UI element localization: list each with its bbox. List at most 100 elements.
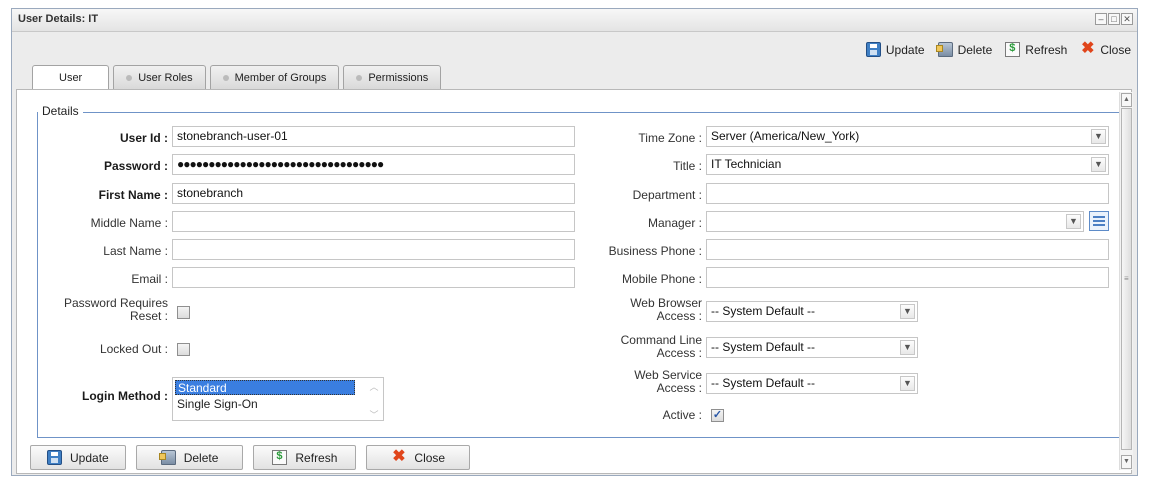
first-name-label: First Name : [98,188,168,202]
password-reset-label-line2: Reset : [129,309,168,323]
last-name-label: Last Name : [103,244,168,258]
close-window-icon[interactable]: ✕ [1121,13,1133,25]
middle-name-input[interactable] [172,211,575,232]
web-service-access-label-line1: Web Service [634,368,702,382]
locked-out-checkbox[interactable] [177,343,190,356]
mobile-phone-input[interactable] [706,267,1109,288]
tab-permissions[interactable]: Permissions [343,65,442,89]
manager-select[interactable]: ▼ [706,211,1084,232]
middle-name-label: Middle Name : [90,216,168,230]
business-phone-input[interactable] [706,239,1109,260]
login-method-label: Login Method : [82,389,168,403]
listbox-scroll-icon[interactable]: ︿ ﹀ [367,380,381,420]
department-input[interactable] [706,183,1109,204]
bottom-delete-button[interactable]: Delete [135,445,244,470]
title-bar: User Details: IT – □ ✕ [12,9,1137,32]
time-zone-select[interactable]: Server (America/New_York) ▼ [706,126,1109,147]
delete-button-label: Delete [957,42,993,57]
bottom-update-button[interactable]: Update [30,445,126,470]
delete-icon [158,450,176,465]
user-id-input[interactable]: stonebranch-user-01 [172,126,575,147]
delete-button[interactable]: Delete [935,42,993,57]
title-value: IT Technician [711,157,782,171]
login-method-listbox[interactable]: Standard Single Sign-On ︿ ﹀ [172,377,384,421]
title-select[interactable]: IT Technician ▼ [706,154,1109,175]
tab-label: Member of Groups [234,71,327,84]
mobile-phone-label: Mobile Phone : [621,272,702,286]
minimize-icon[interactable]: – [1095,13,1107,25]
toolbar-actions: Update Delete Refresh ✖ Close [865,41,1131,57]
maximize-icon[interactable]: □ [1108,13,1120,25]
close-icon: ✖ [392,448,406,465]
chevron-down-icon[interactable]: ▼ [1091,129,1106,144]
command-line-access-select[interactable]: -- System Default -- ▼ [706,337,918,358]
password-reset-label-line1: Password Requires [63,296,168,310]
grip-icon: ≡ [1124,274,1129,283]
bottom-button-bar: Update Delete Refresh ✖ Close [30,445,471,470]
department-label: Department : [632,188,702,202]
first-name-input[interactable]: stonebranch [172,183,575,204]
chevron-down-icon[interactable]: ▼ [1091,157,1106,172]
web-browser-access-label: Web Browser Access : [570,297,702,323]
title-label: Title : [673,159,702,173]
password-reset-label: Password Requires Reset : [30,297,168,323]
chevron-down-icon[interactable]: ▼ [900,376,915,391]
tab-user[interactable]: User [32,65,110,90]
login-method-option-standard[interactable]: Standard [175,380,355,395]
last-name-input[interactable] [172,239,575,260]
scroll-down-icon[interactable]: ▼ [1121,455,1132,469]
web-browser-access-select[interactable]: -- System Default -- ▼ [706,301,918,322]
web-service-access-select[interactable]: -- System Default -- ▼ [706,373,918,394]
delete-icon [935,42,953,57]
bottom-refresh-label: Refresh [295,450,338,465]
manager-lookup-icon[interactable] [1089,211,1109,231]
tab-status-icon [222,74,229,81]
tab-label: Permissions [368,71,429,84]
vertical-scrollbar[interactable]: ▲ ≡ ▼ [1119,92,1133,470]
locked-out-label: Locked Out : [99,342,168,356]
business-phone-label: Business Phone : [608,244,702,258]
refresh-icon [1005,42,1021,57]
web-service-access-value: -- System Default -- [711,376,816,390]
tab-user-roles[interactable]: User Roles [113,65,206,89]
tab-member-of-groups[interactable]: Member of Groups [209,65,340,89]
password-reset-checkbox[interactable] [177,306,190,319]
tab-label: User Roles [138,71,193,84]
command-line-access-label-line2: Access : [656,346,702,360]
email-label: Email : [131,272,168,286]
password-label: Password : [103,159,168,173]
password-input[interactable]: ●●●●●●●●●●●●●●●●●●●●●●●●●●●●●●●●● [172,154,575,175]
web-service-access-label: Web Service Access : [570,369,702,395]
update-button[interactable]: Update [865,42,925,57]
bottom-close-button[interactable]: ✖ Close [366,445,471,470]
user-id-label: User Id : [119,131,168,145]
window-controls: – □ ✕ [1095,13,1133,25]
command-line-access-label: Command Line Access : [570,334,702,360]
save-icon [47,450,62,465]
close-button-label: Close [1100,42,1131,57]
update-button-label: Update [885,42,925,57]
scroll-thumb[interactable]: ≡ [1121,108,1132,450]
bottom-close-label: Close [414,450,446,465]
login-method-option-sso[interactable]: Single Sign-On [175,397,355,412]
window-title: User Details: IT [18,13,99,25]
scroll-up-icon[interactable]: ▲ [1121,93,1132,107]
bottom-refresh-button[interactable]: Refresh [253,445,357,470]
web-browser-access-label-line2: Access : [656,309,702,323]
save-icon [865,42,881,57]
bottom-delete-label: Delete [183,450,219,465]
manager-label: Manager : [647,216,702,230]
chevron-down-icon[interactable]: ▼ [900,304,915,319]
email-input[interactable] [172,267,575,288]
chevron-down-icon[interactable]: ▼ [900,340,915,355]
web-service-access-label-line2: Access : [656,381,702,395]
active-checkbox[interactable]: ✓ [711,409,724,422]
tab-label: User [59,72,83,84]
details-legend: Details [38,104,83,118]
refresh-button[interactable]: Refresh [1005,42,1067,57]
web-browser-access-value: -- System Default -- [711,304,816,318]
web-browser-access-label-line1: Web Browser [630,296,702,310]
refresh-icon [272,450,288,465]
chevron-down-icon[interactable]: ▼ [1066,214,1081,229]
close-button[interactable]: ✖ Close [1080,41,1131,57]
